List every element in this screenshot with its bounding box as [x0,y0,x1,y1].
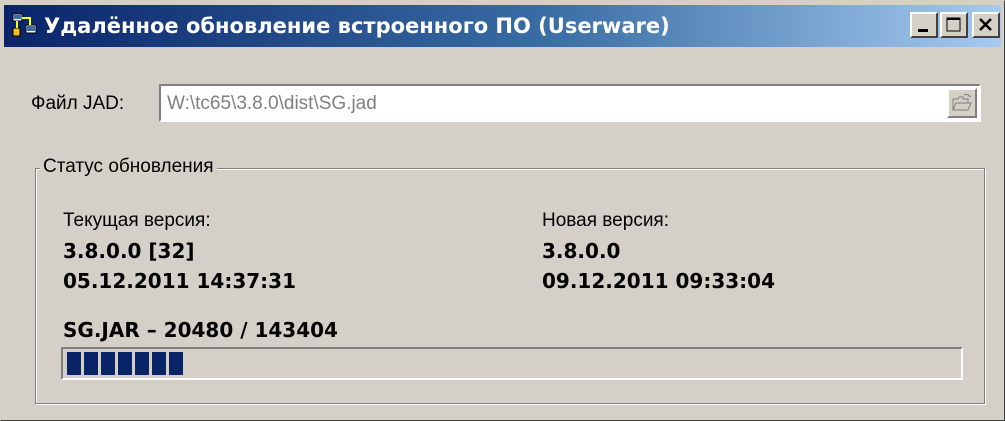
update-window: Удалённое обновление встроенного ПО (Use… [0,0,1005,421]
progress-block [67,352,81,375]
maximize-button[interactable] [940,12,968,38]
app-network-icon [12,13,38,39]
update-progress-bar [61,347,963,380]
open-folder-icon [952,93,972,111]
current-version-label: Текущая версия: [63,210,211,231]
progress-block [135,352,149,375]
jad-file-input[interactable]: W:\tc65\3.8.0\dist\SG.jad [159,84,981,122]
update-status-legend: Статус обновления [40,156,217,178]
minimize-icon [918,29,928,32]
jad-file-path: W:\tc65\3.8.0\dist\SG.jad [167,93,377,114]
progress-block [152,352,166,375]
new-version-value: 3.8.0.0 [542,239,621,263]
current-version-value: 3.8.0.0 [32] [63,239,195,263]
minimize-button[interactable] [910,12,938,38]
new-version-date: 09.12.2011 09:33:04 [542,269,775,293]
maximize-icon [946,17,961,32]
close-icon [979,18,992,31]
window-title: Удалённое обновление встроенного ПО (Use… [44,14,670,38]
title-bar[interactable]: Удалённое обновление встроенного ПО (Use… [4,5,1001,47]
close-button[interactable] [972,12,1000,38]
progress-block [84,352,98,375]
browse-button[interactable] [947,88,977,118]
progress-block [101,352,115,375]
transfer-status-text: SG.JAR – 20480 / 143404 [63,318,338,342]
current-version-date: 05.12.2011 14:37:31 [63,269,296,293]
progress-block [169,352,183,375]
new-version-label: Новая версия: [542,210,669,231]
progress-block [118,352,132,375]
progress-blocks [67,352,183,375]
jad-file-label: Файл JAD: [31,93,125,114]
